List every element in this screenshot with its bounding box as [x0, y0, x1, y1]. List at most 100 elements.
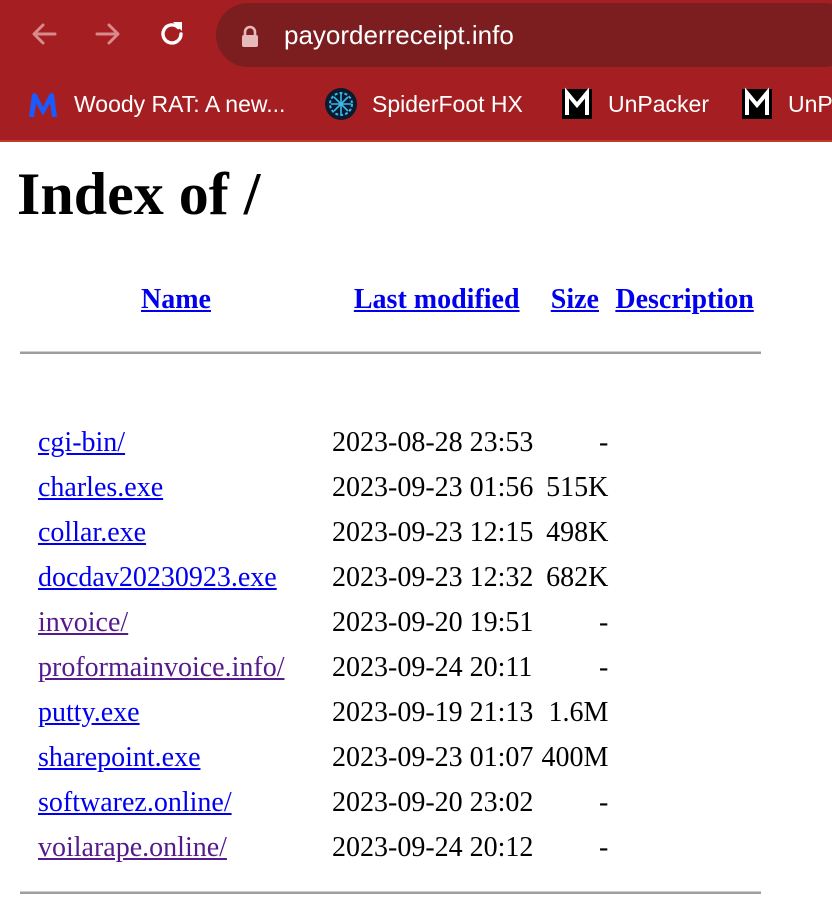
description-cell	[608, 690, 760, 735]
horizontal-rule	[20, 891, 761, 894]
last-modified-cell: 2023-09-24 20:12	[332, 831, 534, 863]
file-name-cell: charles.exe	[20, 465, 332, 510]
browser-toolbar: payorderreceipt.info Woody RAT: A new...…	[0, 0, 832, 140]
sort-by-name-link[interactable]: Name	[141, 284, 211, 315]
last-modified-cell: 2023-09-23 01:07	[332, 741, 534, 773]
arrow-right-icon	[95, 23, 120, 45]
bookmark-label: UnPacker	[608, 90, 709, 117]
description-cell	[608, 825, 760, 870]
file-name-cell: voilarape.online/	[20, 825, 332, 870]
description-cell	[608, 510, 760, 555]
bookmark-unpacker[interactable]: UnPacker	[560, 80, 709, 128]
file-link[interactable]: charles.exe	[38, 472, 163, 503]
column-header-name: Name	[20, 270, 332, 330]
spacer-row	[20, 375, 761, 420]
description-cell	[608, 465, 760, 510]
table-row: cgi-bin/2023-08-28 23:53 -	[20, 420, 761, 465]
bookmark-label: Woody RAT: A new...	[74, 90, 286, 117]
last-modified-cell: 2023-09-20 19:51	[332, 606, 534, 638]
malwarebytes-icon	[26, 87, 60, 121]
description-cell	[608, 735, 760, 780]
last-modified-cell: 2023-09-23 01:56	[332, 471, 534, 503]
unpacker-m-icon	[740, 87, 774, 121]
reload-icon	[161, 22, 183, 45]
file-name-cell: docdav20230923.exe	[20, 555, 332, 600]
description-cell	[608, 420, 760, 465]
size-cell: 498K	[546, 516, 609, 548]
file-link[interactable]: voilarape.online/	[38, 832, 227, 863]
sort-by-size-link[interactable]: Size	[551, 284, 599, 315]
size-cell: 515K	[546, 471, 609, 503]
table-row: putty.exe 2023-09-19 21:13 1.6M	[20, 690, 761, 735]
last-modified-cell: 2023-09-23 12:15	[332, 516, 534, 548]
description-cell	[608, 645, 760, 690]
file-link[interactable]: putty.exe	[38, 697, 140, 728]
size-cell: -	[599, 426, 609, 458]
size-cell: -	[599, 786, 609, 818]
bookmark-woody-rat[interactable]: Woody RAT: A new...	[26, 80, 285, 128]
file-link[interactable]: cgi-bin/	[38, 427, 125, 458]
size-cell: -	[599, 831, 609, 863]
spiderfoot-icon	[324, 87, 358, 121]
size-cell: 682K	[546, 561, 609, 593]
file-name-cell: cgi-bin/	[20, 420, 332, 465]
directory-listing-table: Name Last modified Size Description cgi-…	[20, 270, 761, 915]
forward-button[interactable]	[88, 14, 128, 54]
column-header-last-modified: Last modified	[332, 270, 541, 330]
file-link[interactable]: collar.exe	[38, 517, 146, 548]
separator-row	[20, 870, 761, 915]
address-bar[interactable]: payorderreceipt.info	[216, 3, 832, 67]
sort-by-last-modified-link[interactable]: Last modified	[354, 284, 520, 315]
arrow-left-icon	[32, 23, 57, 45]
table-row: collar.exe 2023-09-23 12:15 498K	[20, 510, 761, 555]
bookmark-label: UnP	[788, 90, 832, 117]
size-cell: -	[599, 651, 609, 683]
size-cell: -	[599, 606, 609, 638]
sort-by-description-link[interactable]: Description	[615, 284, 753, 315]
file-link[interactable]: proformainvoice.info/	[38, 652, 284, 683]
column-header-size: Size	[541, 270, 608, 330]
file-link[interactable]: docdav20230923.exe	[38, 562, 277, 593]
file-link[interactable]: softwarez.online/	[38, 787, 232, 818]
file-name-cell: softwarez.online/	[20, 780, 332, 825]
table-row: sharepoint.exe 2023-09-23 01:07 400M	[20, 735, 761, 780]
file-name-cell: invoice/	[20, 600, 332, 645]
size-cell: 1.6M	[548, 696, 609, 728]
file-name-cell: putty.exe	[20, 690, 332, 735]
table-header-row: Name Last modified Size Description	[20, 270, 761, 330]
reload-button[interactable]	[152, 14, 192, 54]
description-cell	[608, 555, 760, 600]
bookmark-label: SpiderFoot HX	[372, 90, 523, 117]
last-modified-cell: 2023-08-28 23:53	[332, 426, 534, 458]
bookmark-unpacker-2[interactable]: UnP	[740, 80, 832, 128]
back-button[interactable]	[24, 14, 64, 54]
page-title: Index of /	[17, 161, 261, 227]
bookmarks-bar: Woody RAT: A new... SpiderFoot HX UnPack…	[0, 80, 832, 128]
size-cell: 400M	[541, 741, 609, 773]
file-link[interactable]: invoice/	[38, 607, 128, 638]
last-modified-cell: 2023-09-23 12:32	[332, 561, 534, 593]
last-modified-cell: 2023-09-24 20:11	[332, 651, 533, 683]
column-header-description: Description	[608, 270, 760, 330]
table-row: charles.exe 2023-09-23 01:56 515K	[20, 465, 761, 510]
unpacker-m-icon	[560, 87, 594, 121]
description-cell	[608, 780, 760, 825]
last-modified-cell: 2023-09-20 23:02	[332, 786, 534, 818]
separator-row	[20, 330, 761, 375]
table-row: voilarape.online/2023-09-24 20:12 -	[20, 825, 761, 870]
last-modified-cell: 2023-09-19 21:13	[332, 696, 534, 728]
file-name-cell: proformainvoice.info/	[20, 645, 332, 690]
file-name-cell: collar.exe	[20, 510, 332, 555]
file-link[interactable]: sharepoint.exe	[38, 742, 201, 773]
description-cell	[608, 600, 760, 645]
file-name-cell: sharepoint.exe	[20, 735, 332, 780]
bookmark-spiderfoot[interactable]: SpiderFoot HX	[324, 80, 523, 128]
table-row: invoice/2023-09-20 19:51 -	[20, 600, 761, 645]
toolbar-divider	[0, 140, 832, 142]
horizontal-rule	[20, 351, 761, 354]
table-row: softwarez.online/2023-09-20 23:02 -	[20, 780, 761, 825]
table-row: proformainvoice.info/2023-09-24 20:11 -	[20, 645, 761, 690]
url-text: payorderreceipt.info	[284, 20, 514, 50]
lock-icon	[242, 25, 258, 47]
table-row: docdav20230923.exe 2023-09-23 12:32 682K	[20, 555, 761, 600]
